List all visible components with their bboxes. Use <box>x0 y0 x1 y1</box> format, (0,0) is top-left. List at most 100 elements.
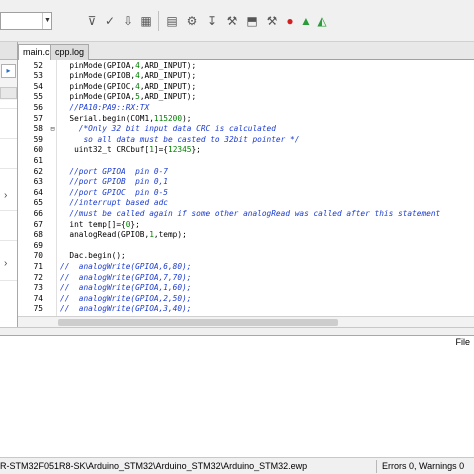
code-token: pinMode(GPIOB, <box>60 71 136 81</box>
filter-icon[interactable]: ⊽ <box>84 13 100 29</box>
chevron-down-icon[interactable]: ▼ <box>42 13 52 29</box>
code-number: 115200 <box>153 113 183 123</box>
build-messages-pane: File <box>0 335 474 457</box>
code-line[interactable]: 74 // analogWrite(GPIOA,2,50); <box>18 294 474 305</box>
code-line[interactable]: 61 <box>18 156 474 167</box>
code-text: so all data must be casted to 32bit poin… <box>60 135 299 146</box>
line-number: 59 <box>33 134 43 144</box>
code-line[interactable]: 69 <box>18 241 474 252</box>
code-text: Dac.begin(); <box>60 251 126 262</box>
code-line[interactable]: 68 analogRead(GPIOB,1,temp); <box>18 230 474 241</box>
line-number: 53 <box>33 71 43 81</box>
code-line[interactable]: 62 //port GPIOA pin 0-7 <box>18 167 474 178</box>
arrow-down-icon[interactable]: ⇩ <box>120 13 136 29</box>
line-number: 61 <box>33 155 43 165</box>
code-token: Dac.begin(); <box>60 251 126 261</box>
code-line[interactable]: 66 //must be called again if some other … <box>18 209 474 220</box>
code-comment: //port GPIOB pin 0,1 <box>60 177 168 187</box>
code-line[interactable]: 70 Dac.begin(); <box>18 251 474 262</box>
error-count: Errors 0, Warnings 0 <box>382 461 465 471</box>
code-line[interactable]: 67 int temp[]={0}; <box>18 220 474 231</box>
code-comment: //port GPIOC pin 0-5 <box>60 187 168 197</box>
line-number: 54 <box>33 81 43 91</box>
line-number: 75 <box>33 304 43 314</box>
line-number: 57 <box>33 113 43 123</box>
code-token: pinMode(GPIOA, <box>60 60 136 70</box>
code-line[interactable]: 52 pinMode(GPIOA,4,ARD_INPUT); <box>18 61 474 72</box>
code-token: analogRead(GPIOB, <box>60 230 150 240</box>
line-number: 74 <box>33 293 43 303</box>
scrollbar-thumb[interactable] <box>58 319 338 326</box>
editor-horizontal-scrollbar[interactable] <box>18 316 474 327</box>
code-line[interactable]: 53 pinMode(GPIOB,4,ARD_INPUT); <box>18 71 474 82</box>
config-dropdown[interactable]: ▼ <box>0 12 52 30</box>
code-text: analogRead(GPIOB,1,temp); <box>60 230 186 241</box>
tab-cpp-log[interactable]: cpp.log <box>50 44 90 60</box>
pane-splitter[interactable] <box>0 327 474 335</box>
code-line[interactable]: 58 ⊟ /*Only 32 bit input data CRC is calc… <box>18 124 474 135</box>
workspace-tree-toggle[interactable]: ▸ <box>1 64 16 78</box>
code-line[interactable]: 55 pinMode(GPIOA,5,ARD_INPUT); <box>18 92 474 103</box>
line-number: 65 <box>33 198 43 208</box>
code-comment: // analogWrite(GPIOA,2,50); <box>60 293 192 303</box>
code-editor[interactable]: 52 pinMode(GPIOA,4,ARD_INPUT); 53 pinMode… <box>18 60 474 316</box>
line-number: 64 <box>33 187 43 197</box>
stop-icon[interactable]: ● <box>282 13 298 29</box>
code-line[interactable]: 63 //port GPIOB pin 0,1 <box>18 177 474 188</box>
workspace-header <box>0 42 17 60</box>
code-text: //port GPIOB pin 0,1 <box>60 177 168 188</box>
build-icon[interactable]: ▤ <box>164 13 180 29</box>
download-debug-icon[interactable]: ◭ <box>314 13 330 29</box>
code-line[interactable]: 65 //interrupt based adc <box>18 198 474 209</box>
code-text: // analogWrite(GPIOA,1,60); <box>60 283 191 294</box>
code-token: ]={ <box>153 145 168 155</box>
code-line[interactable]: 56 //PA10:PA9::RX:TX <box>18 103 474 114</box>
code-text: uint32_t CRCbuf[1]={12345}; <box>60 145 201 156</box>
divider <box>0 168 17 169</box>
line-number: 56 <box>33 102 43 112</box>
code-text: pinMode(GPIOA,4,ARD_INPUT); <box>60 61 196 72</box>
code-text: // analogWrite(GPIOA,6,80); <box>60 262 191 273</box>
code-text: pinMode(GPIOA,5,ARD_INPUT); <box>60 92 196 103</box>
debug-icon[interactable]: ⬒ <box>244 13 260 29</box>
code-comment: // analogWrite(GPIOA,7,70); <box>60 272 192 282</box>
settings-icon[interactable]: ⚙ <box>184 13 200 29</box>
hammer-icon[interactable]: ⚒ <box>264 13 280 29</box>
chevron-right-icon[interactable]: › <box>4 258 7 269</box>
workspace-scroll[interactable] <box>0 87 17 99</box>
code-line[interactable]: 54 pinMode(GPIOC,4,ARD_INPUT); <box>18 82 474 93</box>
code-token: int temp[]={ <box>60 219 126 229</box>
chevron-right-icon[interactable]: › <box>4 190 7 201</box>
divider <box>0 280 17 281</box>
code-line[interactable]: 60 uint32_t CRCbuf[1]={12345}; <box>18 145 474 156</box>
editor-tabbar: main.cpp cpp.log <box>18 42 474 61</box>
code-token: ,ARD_INPUT); <box>139 71 197 81</box>
code-token: ); <box>182 113 192 123</box>
code-line[interactable]: 59 so all data must be casted to 32bit p… <box>18 135 474 146</box>
check-icon[interactable]: ✓ <box>102 13 118 29</box>
code-line[interactable]: 75 // analogWrite(GPIOA,3,40); <box>18 304 474 315</box>
code-text: Serial.begin(COM1,115200); <box>60 114 191 125</box>
toolbar-separator <box>158 11 159 31</box>
code-line[interactable]: 57 Serial.begin(COM1,115200); <box>18 114 474 125</box>
line-number: 52 <box>33 60 43 70</box>
code-line[interactable]: 73 // analogWrite(GPIOA,1,60); <box>18 283 474 294</box>
code-line[interactable]: 71 // analogWrite(GPIOA,6,80); <box>18 262 474 273</box>
line-number: 62 <box>33 166 43 176</box>
tools-icon[interactable]: ⚒ <box>224 13 240 29</box>
run-icon[interactable]: ▲ <box>298 13 314 29</box>
download-icon[interactable]: ↧ <box>204 13 220 29</box>
fold-toggle-icon[interactable]: ⊟ <box>48 124 57 135</box>
toolbar: ▼ ⊽ ✓ ⇩ ▦ ▤ ⚙ ↧ ⚒ ⬒ ⚒ ● ▲ ◭ <box>0 0 474 42</box>
code-line[interactable]: 64 //port GPIOC pin 0-5 <box>18 188 474 199</box>
line-number: 72 <box>33 272 43 282</box>
grid-icon[interactable]: ▦ <box>138 13 154 29</box>
code-line[interactable]: 72 // analogWrite(GPIOA,7,70); <box>18 273 474 284</box>
line-number: 73 <box>33 283 43 293</box>
code-text: int temp[]={0}; <box>60 219 139 231</box>
workspace-tree: › › <box>0 100 17 335</box>
code-text: pinMode(GPIOC,4,ARD_INPUT); <box>60 82 196 93</box>
file-column-header[interactable]: File <box>455 337 470 347</box>
code-number: 12345 <box>168 145 192 155</box>
line-number: 63 <box>33 177 43 187</box>
